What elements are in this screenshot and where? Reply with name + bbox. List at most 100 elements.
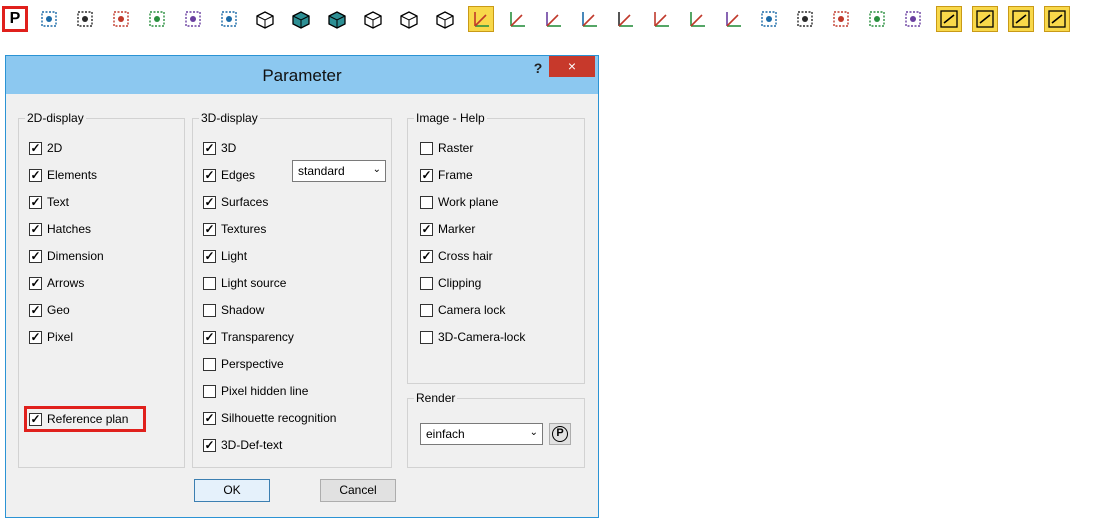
axis-point-icon[interactable] — [540, 6, 566, 32]
checkbox-label: Perspective — [221, 357, 284, 371]
window-icon[interactable] — [180, 6, 206, 32]
hidden-line-box-icon[interactable] — [396, 6, 422, 32]
dimension-icon[interactable] — [1008, 6, 1034, 32]
cb3d-edges[interactable]: ✓ Edges — [203, 167, 255, 183]
grid-block-icon[interactable] — [756, 6, 782, 32]
checkbox-icon[interactable] — [203, 276, 216, 290]
cb3d-light-source[interactable]: Light source — [203, 275, 286, 291]
cbimg-cross-hair[interactable]: ✓ Cross hair — [420, 248, 493, 264]
section-box-icon[interactable] — [432, 6, 458, 32]
axis-corner-icon[interactable] — [504, 6, 530, 32]
cb2d-dimension[interactable]: ✓ Dimension — [29, 248, 104, 264]
cb3d-light[interactable]: ✓ Light — [203, 248, 247, 264]
cbimg-camera-lock[interactable]: Camera lock — [420, 302, 505, 318]
checkbox-icon[interactable]: ✓ — [29, 330, 42, 344]
cbimg-3d-camera-lock[interactable]: 3D-Camera-lock — [420, 329, 525, 345]
checkbox-icon[interactable]: ✓ — [203, 141, 216, 155]
checkbox-label: Hatches — [47, 222, 92, 236]
hatch-icon[interactable] — [1044, 6, 1070, 32]
cb3d-pixel-hidden-line[interactable]: Pixel hidden line — [203, 383, 308, 399]
3d-solid-icon[interactable] — [252, 6, 278, 32]
cb3d-transparency[interactable]: ✓ Transparency — [203, 329, 294, 345]
ok-button[interactable]: OK — [194, 479, 270, 502]
rotate-right-icon[interactable] — [108, 6, 134, 32]
wire-box-icon[interactable] — [360, 6, 386, 32]
cb3d-shadow[interactable]: Shadow — [203, 302, 264, 318]
shaded-sphere-icon[interactable] — [324, 6, 350, 32]
checkbox-icon[interactable]: ✓ — [29, 249, 42, 263]
checkbox-icon[interactable]: ✓ — [29, 141, 42, 155]
transform-icon[interactable] — [828, 6, 854, 32]
checkbox-icon[interactable] — [420, 195, 433, 209]
axis-star-icon[interactable] — [648, 6, 674, 32]
pen-icon[interactable] — [864, 6, 890, 32]
p-circle-icon: P — [552, 426, 568, 442]
checkbox-icon[interactable] — [420, 276, 433, 290]
cb2d-text[interactable]: ✓ Text — [29, 194, 69, 210]
text-height-icon[interactable] — [936, 6, 962, 32]
dot-grid-icon[interactable] — [900, 6, 926, 32]
checkbox-icon[interactable]: ✓ — [29, 276, 42, 290]
checkbox-icon[interactable]: ✓ — [203, 438, 216, 452]
cb2d-pixel[interactable]: ✓ Pixel — [29, 329, 73, 345]
checkbox-icon[interactable]: ✓ — [29, 195, 42, 209]
checkbox-icon[interactable] — [420, 303, 433, 317]
checkbox-icon[interactable] — [203, 303, 216, 317]
cb3d-perspective[interactable]: Perspective — [203, 356, 284, 372]
checkbox-icon[interactable]: ✓ — [29, 222, 42, 236]
cbimg-frame[interactable]: ✓ Frame — [420, 167, 473, 183]
axis-angle-icon[interactable] — [684, 6, 710, 32]
checkbox-icon[interactable]: ✓ — [29, 412, 42, 426]
axis-xy-icon[interactable] — [612, 6, 638, 32]
render-p-button[interactable]: P — [549, 423, 571, 445]
cb3d-silhouette-recognition[interactable]: ✓ Silhouette recognition — [203, 410, 336, 426]
checkbox-icon[interactable]: ✓ — [203, 249, 216, 263]
cbimg-clipping[interactable]: Clipping — [420, 275, 481, 291]
checkbox-icon[interactable] — [203, 357, 216, 371]
cb2d-elements[interactable]: ✓ Elements — [29, 167, 97, 183]
checkbox-icon[interactable] — [420, 141, 433, 155]
checkbox-label: Geo — [47, 303, 70, 317]
cb2d-arrows[interactable]: ✓ Arrows — [29, 275, 84, 291]
cb3d-textures[interactable]: ✓ Textures — [203, 221, 266, 237]
checkbox-icon[interactable]: ✓ — [203, 168, 216, 182]
render-mode-select[interactable]: einfach ⌄ — [420, 423, 543, 445]
close-button[interactable]: × — [549, 56, 595, 77]
active-snap-icon[interactable] — [468, 6, 494, 32]
checkbox-icon[interactable]: ✓ — [420, 168, 433, 182]
cbimg-raster[interactable]: Raster — [420, 140, 473, 156]
checkbox-icon[interactable] — [203, 384, 216, 398]
cb2d-geo[interactable]: ✓ Geo — [29, 302, 70, 318]
cb2d-reference-plan[interactable]: ✓ Reference plan — [29, 411, 128, 427]
help-button[interactable]: ? — [530, 60, 546, 82]
cb2d-hatches[interactable]: ✓ Hatches — [29, 221, 91, 237]
checkbox-icon[interactable]: ✓ — [420, 222, 433, 236]
edges-mode-select[interactable]: standard ⌄ — [292, 160, 386, 182]
rotate-left-icon[interactable] — [72, 6, 98, 32]
shaded-box-icon[interactable] — [288, 6, 314, 32]
checkbox-icon[interactable]: ✓ — [29, 168, 42, 182]
cbimg-work-plane[interactable]: Work plane — [420, 194, 498, 210]
checkbox-icon[interactable]: ✓ — [29, 303, 42, 317]
layer-icon[interactable] — [792, 6, 818, 32]
arrow-curve-icon[interactable] — [972, 6, 998, 32]
p-button-label: P — [9, 10, 21, 27]
parameter-p-button[interactable]: P — [2, 6, 28, 32]
zoom-icon[interactable] — [216, 6, 242, 32]
cb3d-surfaces[interactable]: ✓ Surfaces — [203, 194, 268, 210]
select-area-icon[interactable] — [36, 6, 62, 32]
checkbox-icon[interactable]: ✓ — [420, 249, 433, 263]
axis-up-icon[interactable] — [576, 6, 602, 32]
checkbox-icon[interactable] — [420, 330, 433, 344]
checkbox-icon[interactable]: ✓ — [203, 411, 216, 425]
cb2d-2d[interactable]: ✓ 2D — [29, 140, 62, 156]
axis-red-icon[interactable] — [720, 6, 746, 32]
cb3d-3d[interactable]: ✓ 3D — [203, 140, 236, 156]
checkbox-icon[interactable]: ✓ — [203, 330, 216, 344]
checkbox-icon[interactable]: ✓ — [203, 195, 216, 209]
checkbox-icon[interactable]: ✓ — [203, 222, 216, 236]
frame-select-icon[interactable] — [144, 6, 170, 32]
cb3d-3d-def-text[interactable]: ✓ 3D-Def-text — [203, 437, 282, 453]
cancel-button[interactable]: Cancel — [320, 479, 396, 502]
cbimg-marker[interactable]: ✓ Marker — [420, 221, 475, 237]
